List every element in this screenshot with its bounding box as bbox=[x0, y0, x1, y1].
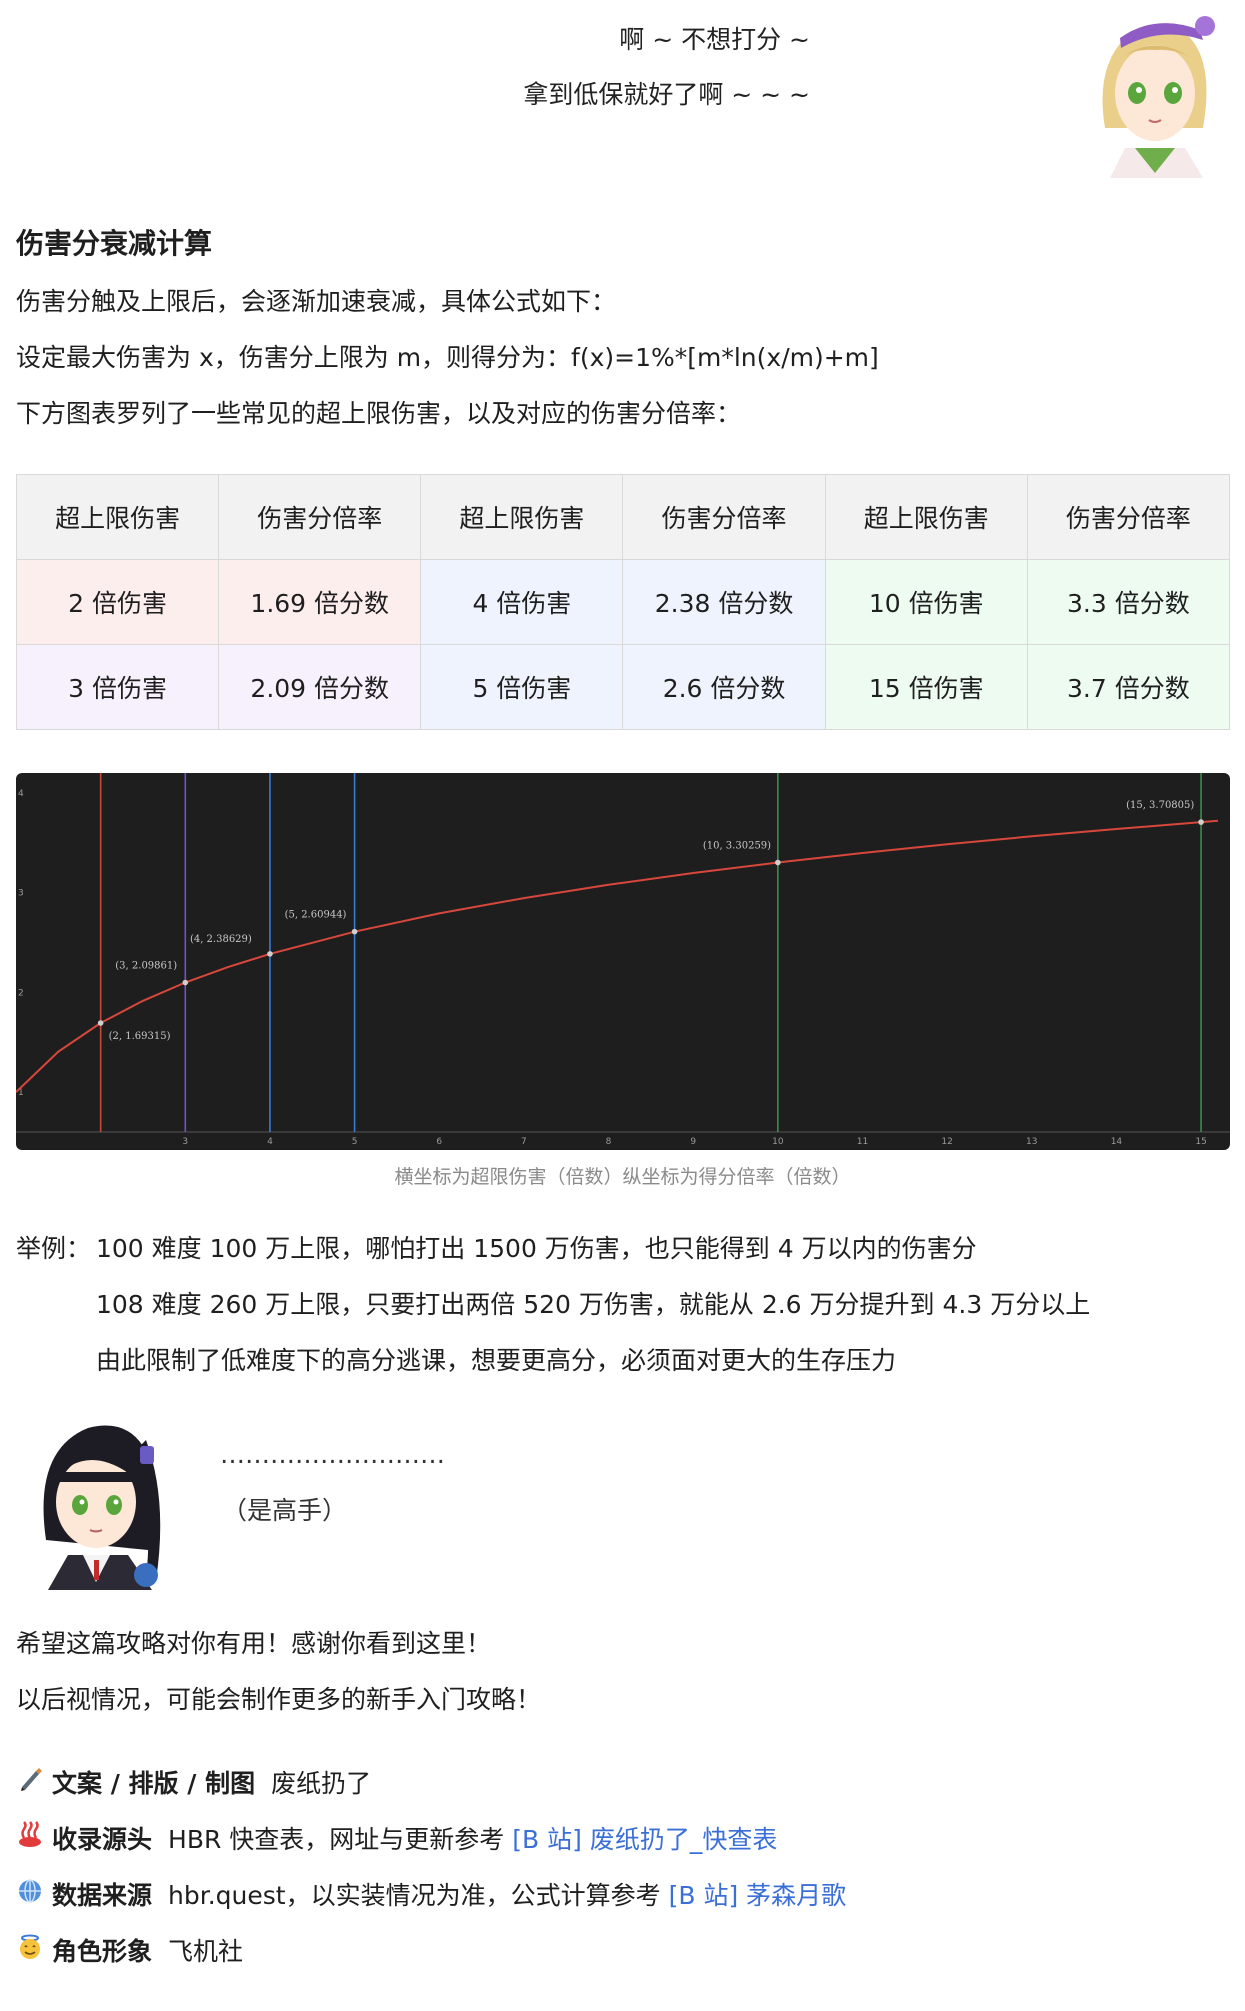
data-label: (2, 1.69315) bbox=[109, 1031, 171, 1042]
example-line-1: 100 难度 100 万上限，哪怕打出 1500 万伤害，也只能得到 4 万以内… bbox=[96, 1234, 977, 1263]
x-tick-label: 13 bbox=[1026, 1137, 1037, 1147]
section-title: 伤害分衰减计算 bbox=[16, 227, 213, 260]
x-tick-label: 3 bbox=[182, 1137, 188, 1147]
series-line bbox=[16, 819, 1219, 1093]
bilibili-link-quicktable[interactable]: [B 站] 废纸扔了_快查表 bbox=[512, 1820, 777, 1856]
credit-title: 数据来源 bbox=[52, 1881, 153, 1910]
chart-caption: 横坐标为超限伤害（倍数）纵坐标为得分倍率（倍数） bbox=[394, 1166, 851, 1188]
data-label: (15, 3.70805) bbox=[1126, 800, 1194, 811]
credit-text: hbr.quest，以实装情况为准，公式计算参考 bbox=[168, 1881, 661, 1910]
x-tick-label: 5 bbox=[352, 1137, 358, 1147]
table-header: 伤害分倍率 bbox=[622, 474, 826, 560]
table-header-row: 超上限伤害 伤害分倍率 超上限伤害 伤害分倍率 超上限伤害 伤害分倍率 bbox=[15, 474, 1231, 560]
data-point bbox=[182, 979, 189, 986]
table-header: 超上限伤害 bbox=[420, 474, 624, 560]
credit-row-data: 数据来源 hbr.quest，以实装情况为准，公式计算参考 [B 站] 茅森月歌 bbox=[16, 1876, 846, 1912]
y-tick-label: 2 bbox=[18, 988, 24, 998]
table-cell: 2.38 倍分数 bbox=[622, 559, 826, 645]
table-cell: 4 倍伤害 bbox=[420, 559, 624, 645]
multiplier-table: 超上限伤害 伤害分倍率 超上限伤害 伤害分倍率 超上限伤害 伤害分倍率 2 倍伤… bbox=[15, 474, 1231, 730]
table-cell: 15 倍伤害 bbox=[824, 644, 1028, 730]
data-point bbox=[1198, 819, 1204, 825]
globe-icon bbox=[16, 1877, 44, 1911]
table-cell: 5 倍伤害 bbox=[420, 644, 624, 730]
x-tick-label: 9 bbox=[690, 1137, 696, 1147]
credit-row-character: 角色形象 飞机社 bbox=[16, 1932, 243, 1968]
x-tick-label: 4 bbox=[267, 1137, 273, 1147]
table-header: 超上限伤害 bbox=[824, 474, 1028, 560]
credit-text: 废纸扔了 bbox=[271, 1769, 372, 1798]
character-avatar-bottom bbox=[28, 1410, 173, 1590]
angel-face-icon bbox=[16, 1933, 44, 1967]
dialog-ellipsis: ……………………… bbox=[220, 1440, 445, 1469]
table-row: 2 倍伤害 1.69 倍分数 4 倍伤害 2.38 倍分数 10 倍伤害 3.3… bbox=[15, 559, 1231, 645]
hot-springs-icon bbox=[16, 1821, 44, 1855]
example-line-3: 由此限制了低难度下的高分逃课，想要更高分，必须面对更大的生存压力 bbox=[96, 1346, 897, 1375]
x-tick-label: 8 bbox=[606, 1137, 612, 1147]
table-cell: 1.69 倍分数 bbox=[218, 559, 422, 645]
table-header: 伤害分倍率 bbox=[218, 474, 422, 560]
x-tick-label: 7 bbox=[521, 1137, 527, 1147]
table-cell: 2.6 倍分数 bbox=[622, 644, 826, 730]
dialog-line-2: （是高手） bbox=[222, 1496, 348, 1525]
data-label: (5, 2.60944) bbox=[285, 910, 347, 921]
table-cell: 3.7 倍分数 bbox=[1026, 644, 1231, 730]
x-tick-label: 15 bbox=[1195, 1137, 1206, 1147]
credit-title: 收录源头 bbox=[52, 1825, 153, 1854]
closing-line-2: 以后视情况，可能会制作更多的新手入门攻略！ bbox=[16, 1685, 542, 1714]
y-tick-label: 3 bbox=[18, 889, 24, 899]
table-cell: 2.09 倍分数 bbox=[218, 644, 422, 730]
paragraph-1: 伤害分触及上限后，会逐渐加速衰减，具体公式如下： bbox=[16, 287, 617, 316]
x-tick-label: 10 bbox=[772, 1137, 784, 1147]
chart-container: 3 4 5 6 7 8 9 10 11 12 13 14 15 1 2 3 4 (2, 1.69315) (3, 2… bbox=[16, 773, 1230, 1150]
data-label: (10, 3.30259) bbox=[703, 841, 771, 852]
paragraph-formula: 设定最大伤害为 x，伤害分上限为 m，则得分为：f(x)=1%*[m*ln(x/… bbox=[16, 343, 879, 372]
bilibili-link-formula[interactable]: [B 站] 茅森月歌 bbox=[669, 1876, 847, 1912]
x-tick-label: 11 bbox=[857, 1137, 868, 1147]
credit-title: 角色形象 bbox=[52, 1937, 153, 1966]
table-cell: 3 倍伤害 bbox=[15, 644, 220, 730]
table-header: 伤害分倍率 bbox=[1026, 474, 1231, 560]
damage-score-chart: 3 4 5 6 7 8 9 10 11 12 13 14 151234(2, 1.69315)(3, 2… bbox=[16, 773, 1230, 1147]
table-cell: 3.3 倍分数 bbox=[1026, 559, 1231, 645]
data-point bbox=[775, 859, 781, 866]
credit-row-source: 收录源头 HBR 快查表，网址与更新参考 [B 站] 废纸扔了_快查表 bbox=[16, 1820, 777, 1856]
credit-text: 飞机社 bbox=[168, 1937, 244, 1966]
data-point bbox=[351, 928, 358, 935]
y-tick-label: 4 bbox=[18, 789, 24, 799]
table-cell: 2 倍伤害 bbox=[15, 559, 220, 645]
credit-row-writing: 文案 / 排版 / 制图 废纸扔了 bbox=[16, 1764, 371, 1800]
data-point bbox=[267, 951, 273, 957]
example-prefix: 举例： bbox=[16, 1234, 92, 1263]
table-header: 超上限伤害 bbox=[15, 474, 220, 560]
speech-line-1: 啊 ~ 不想打分 ~ bbox=[619, 25, 810, 54]
paragraph-3: 下方图表罗列了一些常见的超上限伤害，以及对应的伤害分倍率： bbox=[16, 399, 742, 428]
data-label: (4, 2.38629) bbox=[190, 934, 252, 945]
table-cell: 10 倍伤害 bbox=[824, 559, 1028, 645]
speech-line-2: 拿到低保就好了啊 ~ ~ ~ bbox=[523, 80, 810, 109]
closing-line-1: 希望这篇攻略对你有用！感谢你看到这里！ bbox=[16, 1629, 492, 1658]
credit-title: 文案 / 排版 / 制图 bbox=[52, 1769, 256, 1798]
example-line-2: 108 难度 260 万上限，只要打出两倍 520 万伤害，就能从 2.6 万分… bbox=[96, 1290, 1091, 1319]
table-row: 3 倍伤害 2.09 倍分数 5 倍伤害 2.6 倍分数 15 倍伤害 3.7 … bbox=[15, 644, 1231, 730]
x-tick-label: 14 bbox=[1111, 1137, 1123, 1147]
pen-icon bbox=[16, 1765, 44, 1799]
data-label: (3, 2.09861) bbox=[115, 961, 177, 972]
x-tick-label: 6 bbox=[436, 1137, 442, 1147]
data-point bbox=[97, 1020, 104, 1026]
x-tick-label: 12 bbox=[941, 1137, 952, 1147]
character-avatar-top bbox=[1085, 8, 1225, 178]
credit-text: HBR 快查表，网址与更新参考 bbox=[168, 1825, 505, 1854]
